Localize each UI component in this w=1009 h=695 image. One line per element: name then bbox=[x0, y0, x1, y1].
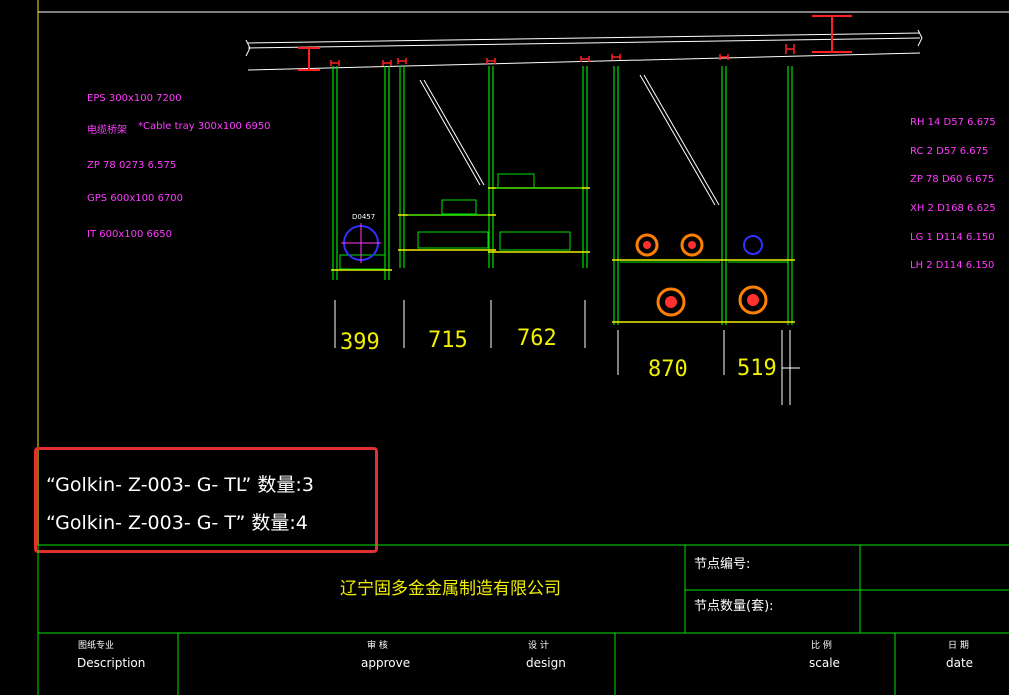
col-description: Description bbox=[77, 656, 146, 670]
col-design: design bbox=[526, 656, 566, 670]
company-name: 辽宁固多金金属制造有限公司 bbox=[340, 579, 561, 599]
col-design-cn: 设 计 bbox=[528, 641, 549, 651]
col-description-cn: 图纸专业 bbox=[78, 641, 115, 651]
col-scale-cn: 比 例 bbox=[811, 641, 832, 651]
node-qty-label: 节点数量(套): bbox=[694, 599, 774, 614]
col-date: date bbox=[946, 656, 974, 670]
node-number-label: 节点编号: bbox=[694, 557, 751, 572]
col-approve: approve bbox=[361, 656, 411, 670]
col-scale: scale bbox=[809, 656, 840, 670]
col-date-cn: 日 期 bbox=[948, 641, 969, 651]
col-approve-cn: 审 核 bbox=[367, 641, 388, 651]
